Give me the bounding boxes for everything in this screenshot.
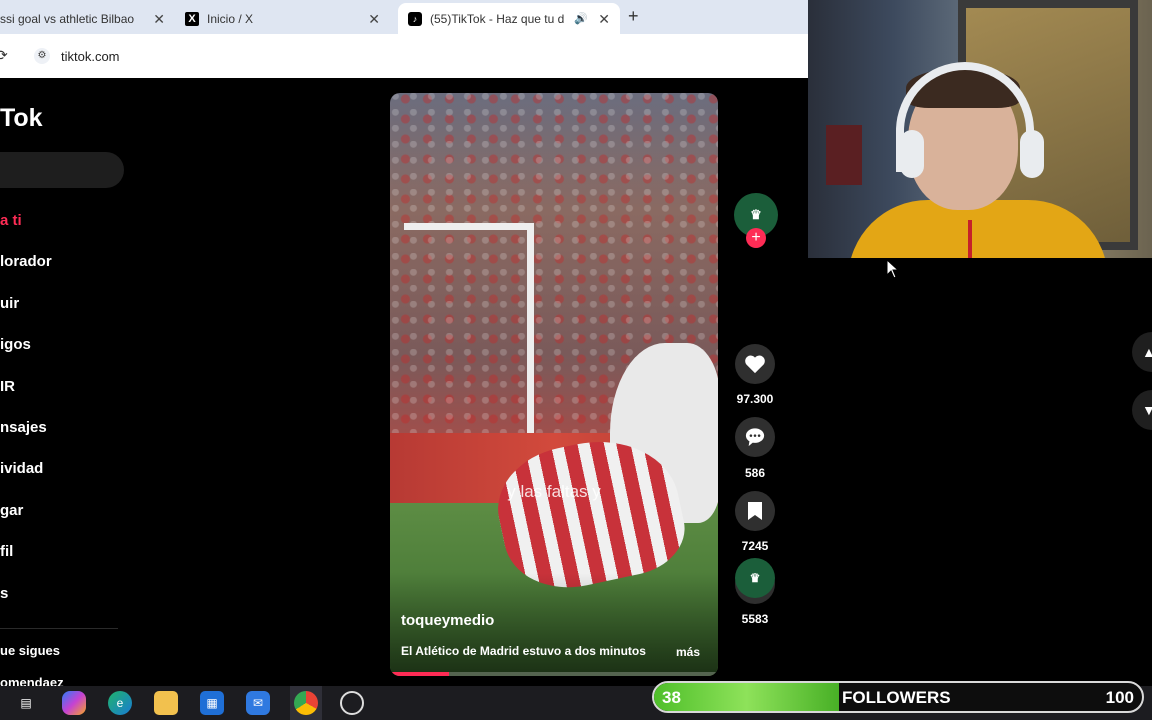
nav-for-you[interactable]: a ti [0, 212, 22, 229]
nav-upload[interactable]: gar [0, 502, 23, 519]
mail-icon[interactable]: ✉ [246, 691, 270, 715]
tiktok-logo[interactable]: Tok [0, 104, 43, 133]
following-accounts-heading: ue sigues [0, 643, 60, 658]
nav-activity[interactable]: ividad [0, 460, 43, 477]
video-caption: y las faltas y [507, 482, 601, 501]
chrome-icon[interactable] [294, 691, 318, 715]
save-count: 7245 [741, 539, 769, 553]
tiktok-icon: ♪ [408, 11, 422, 26]
url-field[interactable]: tiktok.com [61, 49, 120, 64]
close-tab-icon[interactable]: ✕ [153, 11, 165, 28]
task-view-icon[interactable]: ▤ [14, 691, 38, 715]
new-tab-button[interactable]: + [628, 6, 639, 27]
speaker-icon[interactable]: 🔊 [574, 12, 588, 25]
copilot-icon[interactable] [62, 691, 86, 715]
followers-current: 38 [662, 688, 681, 707]
more-button[interactable]: más [676, 645, 700, 659]
nav-profile[interactable]: fil [0, 543, 13, 560]
nav-messages[interactable]: nsajes [0, 419, 47, 436]
nav-explore[interactable]: lorador [0, 253, 52, 270]
site-info-icon[interactable]: ⚙ [34, 48, 50, 64]
video-progress-fill [390, 672, 450, 676]
tab-tiktok[interactable]: ♪ (55)TikTok - Haz que tu día 🔊 ✕ [398, 3, 620, 34]
tab-title: ssi goal vs athletic Bilbao - Y [0, 11, 135, 26]
x-icon: X [185, 11, 199, 26]
video-frame-goalpost [404, 223, 534, 433]
headphone-cup [900, 130, 924, 178]
comment-icon [745, 428, 765, 447]
nav-live[interactable]: IR [0, 378, 15, 395]
headphone-cup [1020, 130, 1044, 178]
sidebar-divider [0, 628, 118, 629]
tab-youtube[interactable]: ssi goal vs athletic Bilbao - Y ✕ [0, 3, 175, 34]
tab-x[interactable]: X Inicio / X ✕ [175, 3, 390, 34]
close-tab-icon[interactable]: ✕ [368, 11, 380, 28]
share-count: 5583 [741, 612, 769, 626]
address-bar: ⟳ ⚙ tiktok.com [0, 34, 810, 78]
tab-title: Inicio / X [207, 11, 254, 26]
music-disc[interactable]: ♛ [735, 558, 775, 598]
follow-button[interactable]: + [746, 228, 766, 248]
close-tab-icon[interactable]: ✕ [598, 11, 610, 28]
tiktok-page: Tok a ti lorador uir igos IR nsajes ivid… [0, 78, 810, 686]
nav-friends[interactable]: igos [0, 336, 31, 353]
nav-more[interactable]: s [0, 585, 8, 602]
webcam-zipper [968, 220, 972, 258]
screen: ssi goal vs athletic Bilbao - Y ✕ X Inic… [0, 0, 1152, 720]
mouse-cursor-icon [886, 259, 900, 279]
like-count: 97.300 [736, 392, 774, 406]
browser-tab-bar: ssi goal vs athletic Bilbao - Y ✕ X Inic… [0, 0, 810, 34]
followers-goal-bar: 38 FOLLOWERS 100 [652, 681, 1144, 713]
edge-icon[interactable]: e [108, 691, 132, 715]
followers-label: FOLLOWERS [842, 688, 951, 707]
video-player[interactable]: y las faltas y toqueymedio El Atlético d… [390, 93, 718, 676]
video-description: El Atlético de Madrid estuvo a dos minut… [401, 644, 646, 658]
comment-button[interactable] [735, 417, 775, 457]
nav-recommended[interactable]: omendaez [0, 675, 64, 686]
webcam-picture [826, 125, 862, 185]
reload-icon[interactable]: ⟳ [0, 47, 8, 64]
save-button[interactable] [735, 491, 775, 531]
nav-following[interactable]: uir [0, 295, 19, 312]
like-button[interactable] [735, 344, 775, 384]
followers-progress-fill [654, 683, 840, 711]
next-video-button[interactable]: ▼ [1132, 390, 1152, 430]
obs-icon[interactable] [340, 691, 364, 715]
video-author[interactable]: toqueymedio [401, 612, 494, 629]
followers-goal: 100 [1105, 688, 1134, 707]
tab-title: (55)TikTok - Haz que tu día [430, 11, 565, 26]
bookmark-icon [748, 502, 762, 520]
folder-icon[interactable] [154, 691, 178, 715]
store-icon[interactable]: ▦ [200, 691, 224, 715]
search-input[interactable] [0, 152, 124, 188]
previous-video-button[interactable]: ▲ [1132, 332, 1152, 372]
comment-count: 586 [744, 466, 766, 480]
heart-icon [745, 355, 765, 374]
webcam-feed [808, 0, 1152, 258]
video-progress-bar[interactable] [390, 672, 718, 676]
